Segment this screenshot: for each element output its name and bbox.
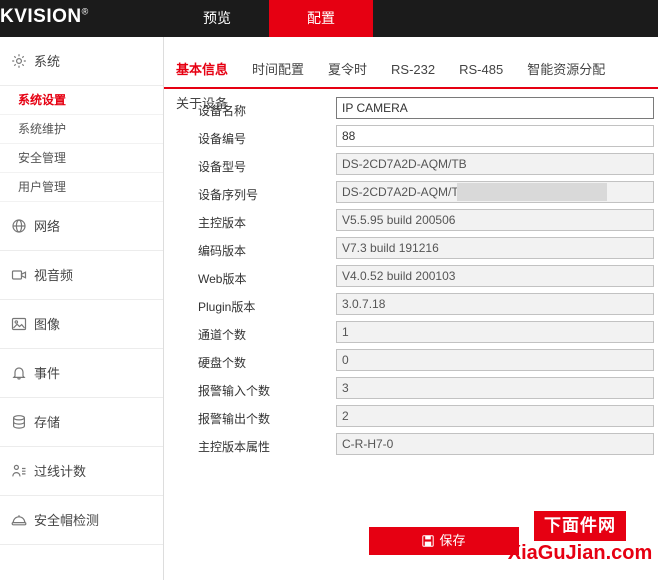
tab-rs485[interactable]: RS-485: [447, 53, 515, 87]
form-row-alarm-out-count: 报警输出个数: [164, 405, 658, 433]
form-row-firmware-version: 主控版本: [164, 209, 658, 237]
tab-basic-info[interactable]: 基本信息: [164, 53, 240, 87]
tab-dst[interactable]: 夏令时: [316, 53, 379, 87]
watermark: 下面件网 XiaGuJian.com: [505, 511, 655, 571]
sidebar-item-label: 系统设置: [18, 93, 67, 107]
device-name-input[interactable]: [336, 97, 654, 119]
form-row-device-model: 设备型号: [164, 153, 658, 181]
sidebar-item-label: 图像: [34, 317, 61, 332]
field-label: 编码版本: [198, 244, 247, 258]
top-bar: KVISION® 预览 配置: [0, 0, 658, 37]
field-label: 主控版本: [198, 216, 247, 230]
form-row-plugin-version: Plugin版本: [164, 293, 658, 321]
sidebar-item-label: 过线计数: [34, 464, 87, 479]
field-label: 设备名称: [198, 104, 247, 118]
sidebar-item-image[interactable]: 图像: [0, 300, 163, 349]
field-label: 通道个数: [198, 328, 247, 342]
form-row-device-no: 设备编号: [164, 125, 658, 153]
helmet-icon: [11, 512, 27, 528]
registered-mark-icon: ®: [81, 6, 89, 17]
sidebar: 系统 系统设置 系统维护 安全管理 用户管理 网络 视音频 图像 事件 存储 过…: [0, 37, 164, 580]
field-label: 报警输出个数: [198, 412, 271, 426]
field-label: 报警输入个数: [198, 384, 271, 398]
field-label: 设备型号: [198, 160, 247, 174]
sidebar-item-label: 存储: [34, 415, 61, 430]
sidebar-item-label: 安全管理: [18, 151, 67, 165]
sidebar-item-storage[interactable]: 存储: [0, 398, 163, 447]
form-row-firmware-attr: 主控版本属性: [164, 433, 658, 461]
image-icon: [11, 316, 27, 332]
nav-tab-config[interactable]: 配置: [269, 0, 373, 37]
form-row-device-name: 设备名称: [164, 97, 658, 125]
save-button-label: 保存: [439, 533, 466, 548]
bell-icon: [11, 365, 27, 381]
firmware-version-input: [336, 209, 654, 231]
sidebar-item-network[interactable]: 网络: [0, 202, 163, 251]
content-panel: 基本信息 时间配置 夏令时 RS-232 RS-485 智能资源分配 关于设备 …: [164, 37, 658, 580]
sidebar-item-label: 系统: [34, 54, 61, 69]
disk-count-input: [336, 349, 654, 371]
sidebar-item-label: 安全帽检测: [34, 513, 100, 528]
gear-icon: [11, 53, 27, 69]
device-no-input[interactable]: [336, 125, 654, 147]
sidebar-item-label: 用户管理: [18, 180, 67, 194]
redaction-overlay: [457, 183, 607, 201]
tab-smart-resource[interactable]: 智能资源分配: [515, 53, 617, 87]
device-model-input: [336, 153, 654, 175]
sidebar-item-line-crossing-counting[interactable]: 过线计数: [0, 447, 163, 496]
field-label: 主控版本属性: [198, 440, 271, 454]
save-disk-icon: [422, 529, 435, 557]
counter-icon: [11, 463, 27, 479]
tab-bar: 基本信息 时间配置 夏令时 RS-232 RS-485 智能资源分配 关于设备: [164, 53, 658, 111]
brand-logo: KVISION®: [0, 6, 89, 28]
alarm-in-count-input: [336, 377, 654, 399]
video-icon: [11, 267, 27, 283]
field-label: Web版本: [198, 272, 247, 286]
sidebar-item-event[interactable]: 事件: [0, 349, 163, 398]
alarm-out-count-input: [336, 405, 654, 427]
plugin-version-input: [336, 293, 654, 315]
form-row-alarm-in-count: 报警输入个数: [164, 377, 658, 405]
firmware-attr-input: [336, 433, 654, 455]
sidebar-item-system-settings[interactable]: 系统设置: [0, 86, 163, 115]
sidebar-item-video-audio[interactable]: 视音频: [0, 251, 163, 300]
watermark-badge: 下面件网: [534, 511, 626, 541]
save-button[interactable]: 保存: [369, 527, 519, 555]
sidebar-item-label: 事件: [34, 366, 61, 381]
form-row-channel-count: 通道个数: [164, 321, 658, 349]
sidebar-item-system[interactable]: 系统: [0, 37, 163, 86]
sidebar-item-helmet-detection[interactable]: 安全帽检测: [0, 496, 163, 545]
sidebar-item-security-management[interactable]: 安全管理: [0, 144, 163, 173]
sidebar-item-label: 系统维护: [18, 122, 67, 136]
watermark-site: XiaGuJian.com: [507, 542, 653, 564]
form-row-encoding-version: 编码版本: [164, 237, 658, 265]
sidebar-item-label: 视音频: [34, 268, 74, 283]
tab-time-config[interactable]: 时间配置: [240, 53, 316, 87]
form-row-disk-count: 硬盘个数: [164, 349, 658, 377]
field-label: 设备序列号: [198, 188, 259, 202]
basic-info-form: 设备名称 设备编号 设备型号 设备序列号 主控版本 编码版本 Web版本: [164, 97, 658, 461]
field-label: Plugin版本: [198, 300, 256, 314]
form-row-device-serial: 设备序列号: [164, 181, 658, 209]
field-label: 设备编号: [198, 132, 247, 146]
nav-tab-preview[interactable]: 预览: [165, 0, 269, 37]
database-icon: [11, 414, 27, 430]
encoding-version-input: [336, 237, 654, 259]
sidebar-item-system-maintenance[interactable]: 系统维护: [0, 115, 163, 144]
web-version-input: [336, 265, 654, 287]
field-label: 硬盘个数: [198, 356, 247, 370]
sidebar-item-user-management[interactable]: 用户管理: [0, 173, 163, 202]
tab-rs232[interactable]: RS-232: [379, 53, 447, 87]
sidebar-item-label: 网络: [34, 219, 61, 234]
brand-logo-text: KVISION: [0, 6, 82, 27]
globe-icon: [11, 218, 27, 234]
form-row-web-version: Web版本: [164, 265, 658, 293]
channel-count-input: [336, 321, 654, 343]
